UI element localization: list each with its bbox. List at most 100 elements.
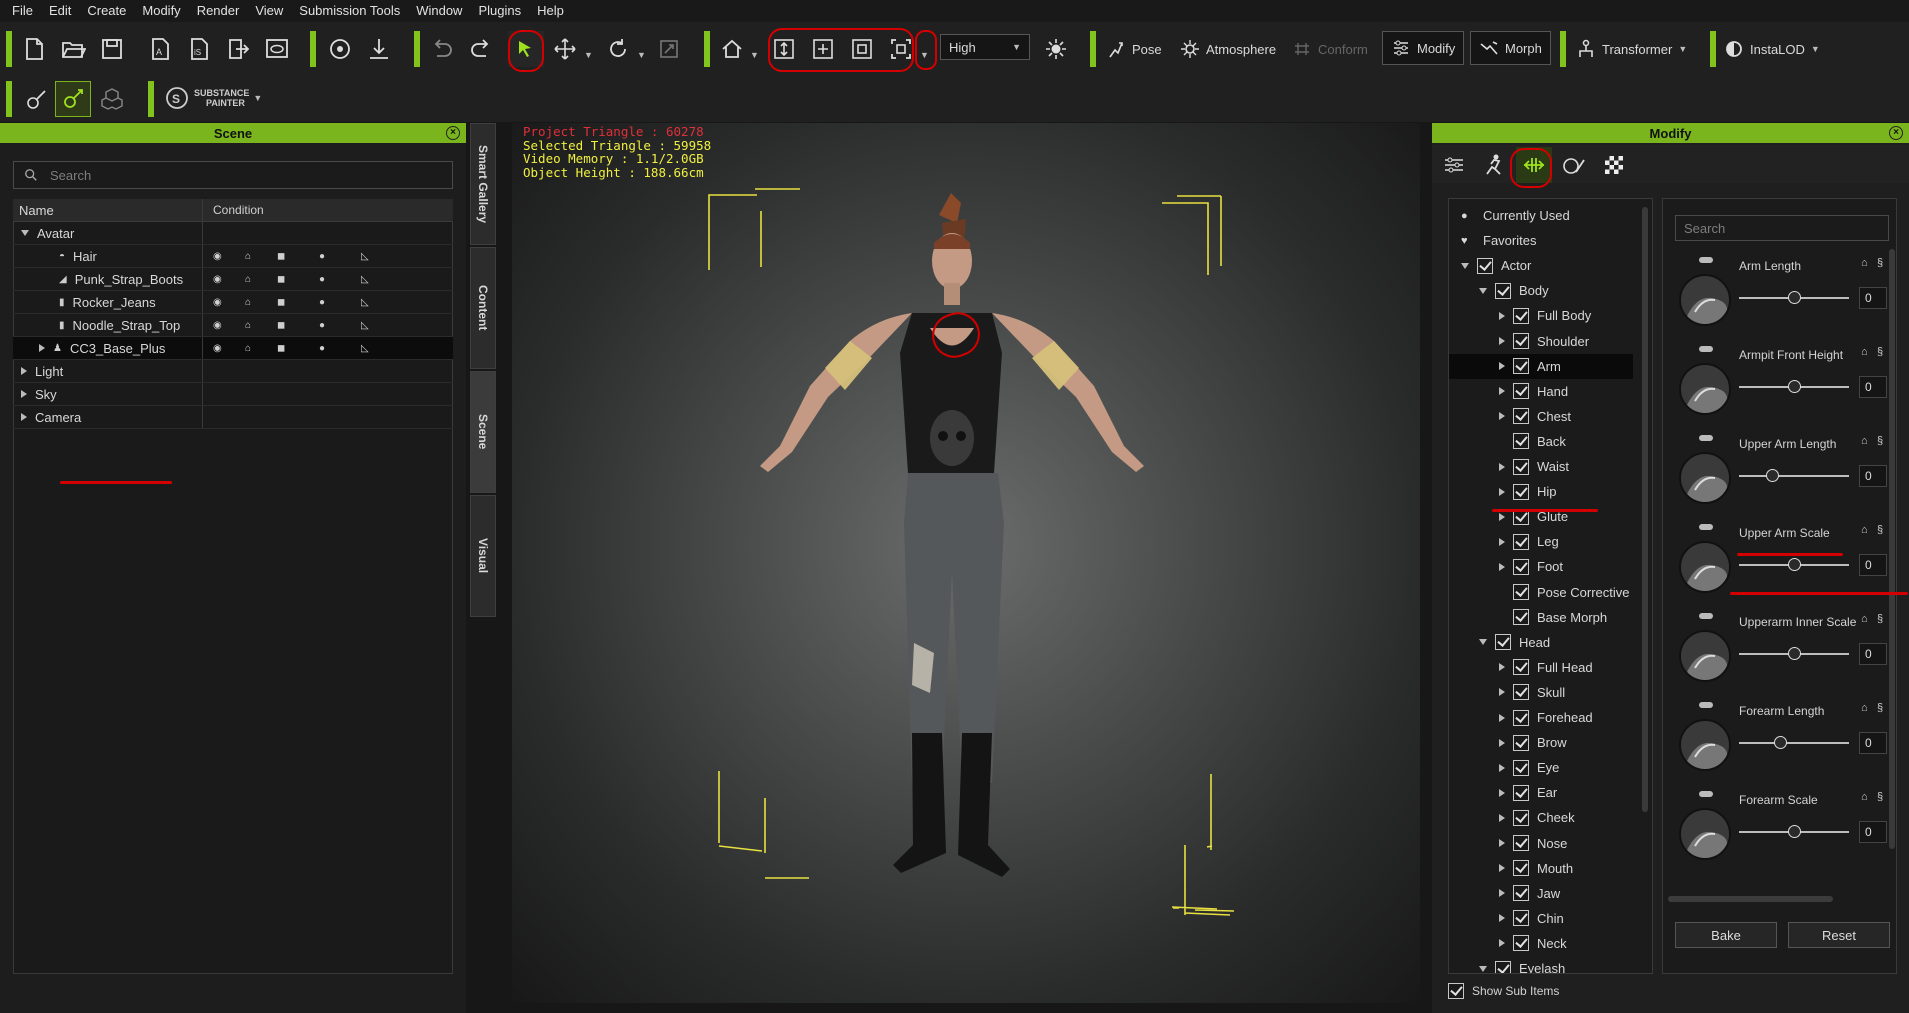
tree-item-eye[interactable]: Eye — [1449, 755, 1639, 780]
scene-row-3[interactable]: ▮ Rocker_Jeans ◉ ⌂ ◼ ● ◺ — [13, 291, 453, 314]
tab-scene[interactable]: Scene — [470, 371, 496, 493]
slider-thumb[interactable] — [1788, 647, 1801, 660]
expand-arrow-icon[interactable] — [1499, 562, 1505, 571]
tree-item-full-head[interactable]: Full Head — [1449, 655, 1639, 680]
move-dropdown-icon[interactable]: ▼ — [584, 50, 593, 60]
tree-item-ear[interactable]: Ear — [1449, 780, 1639, 805]
checkbox-icon[interactable] — [1448, 983, 1464, 999]
slider-thumb[interactable] — [1788, 558, 1801, 571]
close-icon[interactable]: × — [1889, 126, 1903, 140]
tree-item-leg[interactable]: Leg — [1449, 529, 1639, 554]
link-icon[interactable]: § — [1877, 346, 1883, 358]
expand-arrow-icon[interactable] — [1499, 839, 1505, 847]
sliders-h-scrollbar[interactable] — [1668, 896, 1833, 902]
menu-modify[interactable]: Modify — [136, 0, 190, 22]
slider-thumb[interactable] — [1788, 380, 1801, 393]
cubes-icon[interactable] — [94, 81, 130, 117]
expand-arrow-icon[interactable] — [1499, 688, 1505, 697]
menu-create[interactable]: Create — [81, 0, 136, 22]
expand-arrow-icon[interactable] — [1499, 663, 1505, 672]
tree-item-arm[interactable]: Arm — [1449, 353, 1633, 379]
sphere-icon[interactable]: ● — [319, 274, 347, 285]
checkbox-icon[interactable] — [1513, 684, 1529, 701]
cube-icon[interactable]: ◼ — [277, 297, 305, 308]
checkbox-icon[interactable] — [1513, 809, 1529, 826]
tree-item-favorites[interactable]: ♥ Favorites — [1449, 228, 1639, 253]
tree-item-base-morph[interactable]: Base Morph — [1449, 605, 1639, 630]
open-folder-icon[interactable] — [55, 31, 91, 67]
tree-item-foot[interactable]: Foot — [1449, 554, 1639, 579]
tab-material-icon[interactable] — [1556, 147, 1592, 183]
orbit-icon[interactable] — [322, 31, 358, 67]
tab-smart-gallery[interactable]: Smart Gallery — [470, 123, 496, 245]
scene-row-5[interactable]: ♟ CC3_Base_Plus ◉ ⌂ ◼ ● ◺ — [13, 337, 453, 360]
menu-submission-tools[interactable]: Submission Tools — [293, 0, 410, 22]
transformer-button[interactable]: Transformer ▼ — [1576, 31, 1687, 67]
undo-icon[interactable] — [424, 31, 460, 67]
checkbox-icon[interactable] — [1513, 759, 1529, 776]
checkbox-icon[interactable] — [1513, 935, 1529, 952]
expand-arrow-icon[interactable] — [1499, 462, 1505, 471]
slider-thumb[interactable] — [1766, 469, 1779, 482]
scene-row-4[interactable]: ▮ Noodle_Strap_Top ◉ ⌂ ◼ ● ◺ — [13, 314, 453, 337]
checkbox-icon[interactable] — [1513, 609, 1529, 626]
import-is-icon[interactable]: iS — [181, 31, 217, 67]
checkbox-icon[interactable] — [1513, 558, 1529, 575]
checkbox-icon[interactable] — [1513, 358, 1529, 375]
cube-icon[interactable]: ◼ — [277, 320, 305, 331]
eye-icon[interactable]: ◉ — [213, 297, 231, 308]
ground-align-icon[interactable] — [361, 31, 397, 67]
link-icon[interactable]: § — [1877, 257, 1883, 269]
tree-item-hand[interactable]: Hand — [1449, 379, 1639, 404]
expand-arrow-icon[interactable] — [1499, 713, 1505, 722]
checkbox-icon[interactable] — [1513, 383, 1529, 400]
expand-arrow-icon[interactable] — [1499, 537, 1505, 546]
tree-item-full-body[interactable]: Full Body — [1449, 303, 1639, 328]
eye-icon[interactable]: ◉ — [213, 251, 231, 262]
menu-window[interactable]: Window — [410, 0, 472, 22]
expand-arrow-icon[interactable] — [21, 390, 27, 398]
slider-track[interactable] — [1739, 742, 1849, 744]
tree-item-back[interactable]: Back — [1449, 429, 1639, 454]
lock-icon[interactable]: ⌂ — [245, 343, 263, 354]
light-sun-icon[interactable] — [1038, 31, 1074, 67]
tree-item-eyelash[interactable]: Eyelash — [1449, 956, 1639, 973]
quality-select[interactable]: High ▼ — [940, 34, 1030, 60]
tree-item-mouth[interactable]: Mouth — [1449, 856, 1639, 881]
expand-arrow-icon[interactable] — [1499, 311, 1505, 320]
eye-icon[interactable]: ◉ — [213, 343, 231, 354]
tab-motion-icon[interactable] — [1476, 147, 1512, 183]
shape-icon[interactable]: ◺ — [361, 251, 389, 262]
slider-thumb[interactable] — [1788, 825, 1801, 838]
tree-item-hip[interactable]: Hip — [1449, 479, 1639, 504]
cube-icon[interactable]: ◼ — [277, 343, 305, 354]
checkbox-icon[interactable] — [1513, 885, 1529, 902]
tree-item-neck[interactable]: Neck — [1449, 931, 1639, 956]
cube-icon[interactable]: ◼ — [277, 274, 305, 285]
expand-arrow-icon[interactable] — [1499, 412, 1505, 421]
tree-item-waist[interactable]: Waist — [1449, 454, 1639, 479]
morph-tool-icon[interactable] — [55, 81, 91, 117]
slider-value-input[interactable]: 0 — [1859, 821, 1887, 843]
eye-icon[interactable]: ◉ — [213, 274, 231, 285]
checkbox-icon[interactable] — [1513, 709, 1529, 726]
bake-button[interactable]: Bake — [1675, 922, 1777, 948]
instalod-button[interactable]: InstaLOD ▼ — [1724, 31, 1820, 67]
expand-arrow-icon[interactable] — [1499, 914, 1505, 923]
tab-texture-icon[interactable] — [1596, 147, 1632, 183]
sphere-icon[interactable]: ● — [319, 251, 347, 262]
lock-icon[interactable]: ⌂ — [1861, 524, 1868, 536]
expand-arrow-icon[interactable] — [21, 413, 27, 421]
tree-item-head[interactable]: Head — [1449, 630, 1639, 655]
lock-icon[interactable]: ⌂ — [245, 274, 263, 285]
slider-thumb[interactable] — [1773, 736, 1787, 749]
checkbox-icon[interactable] — [1513, 533, 1529, 550]
3d-viewport[interactable]: Project Triangle : 60278 Selected Triang… — [512, 123, 1420, 1003]
checkbox-icon[interactable] — [1513, 483, 1529, 500]
menu-plugins[interactable]: Plugins — [472, 0, 531, 22]
scene-row-1[interactable]: ◓ Hair ◉ ⌂ ◼ ● ◺ — [13, 245, 453, 268]
pose-button[interactable]: Pose — [1106, 31, 1162, 67]
tab-visual[interactable]: Visual — [470, 495, 496, 617]
lock-icon[interactable]: ⌂ — [1861, 435, 1868, 447]
slider-value-input[interactable]: 0 — [1859, 465, 1887, 487]
